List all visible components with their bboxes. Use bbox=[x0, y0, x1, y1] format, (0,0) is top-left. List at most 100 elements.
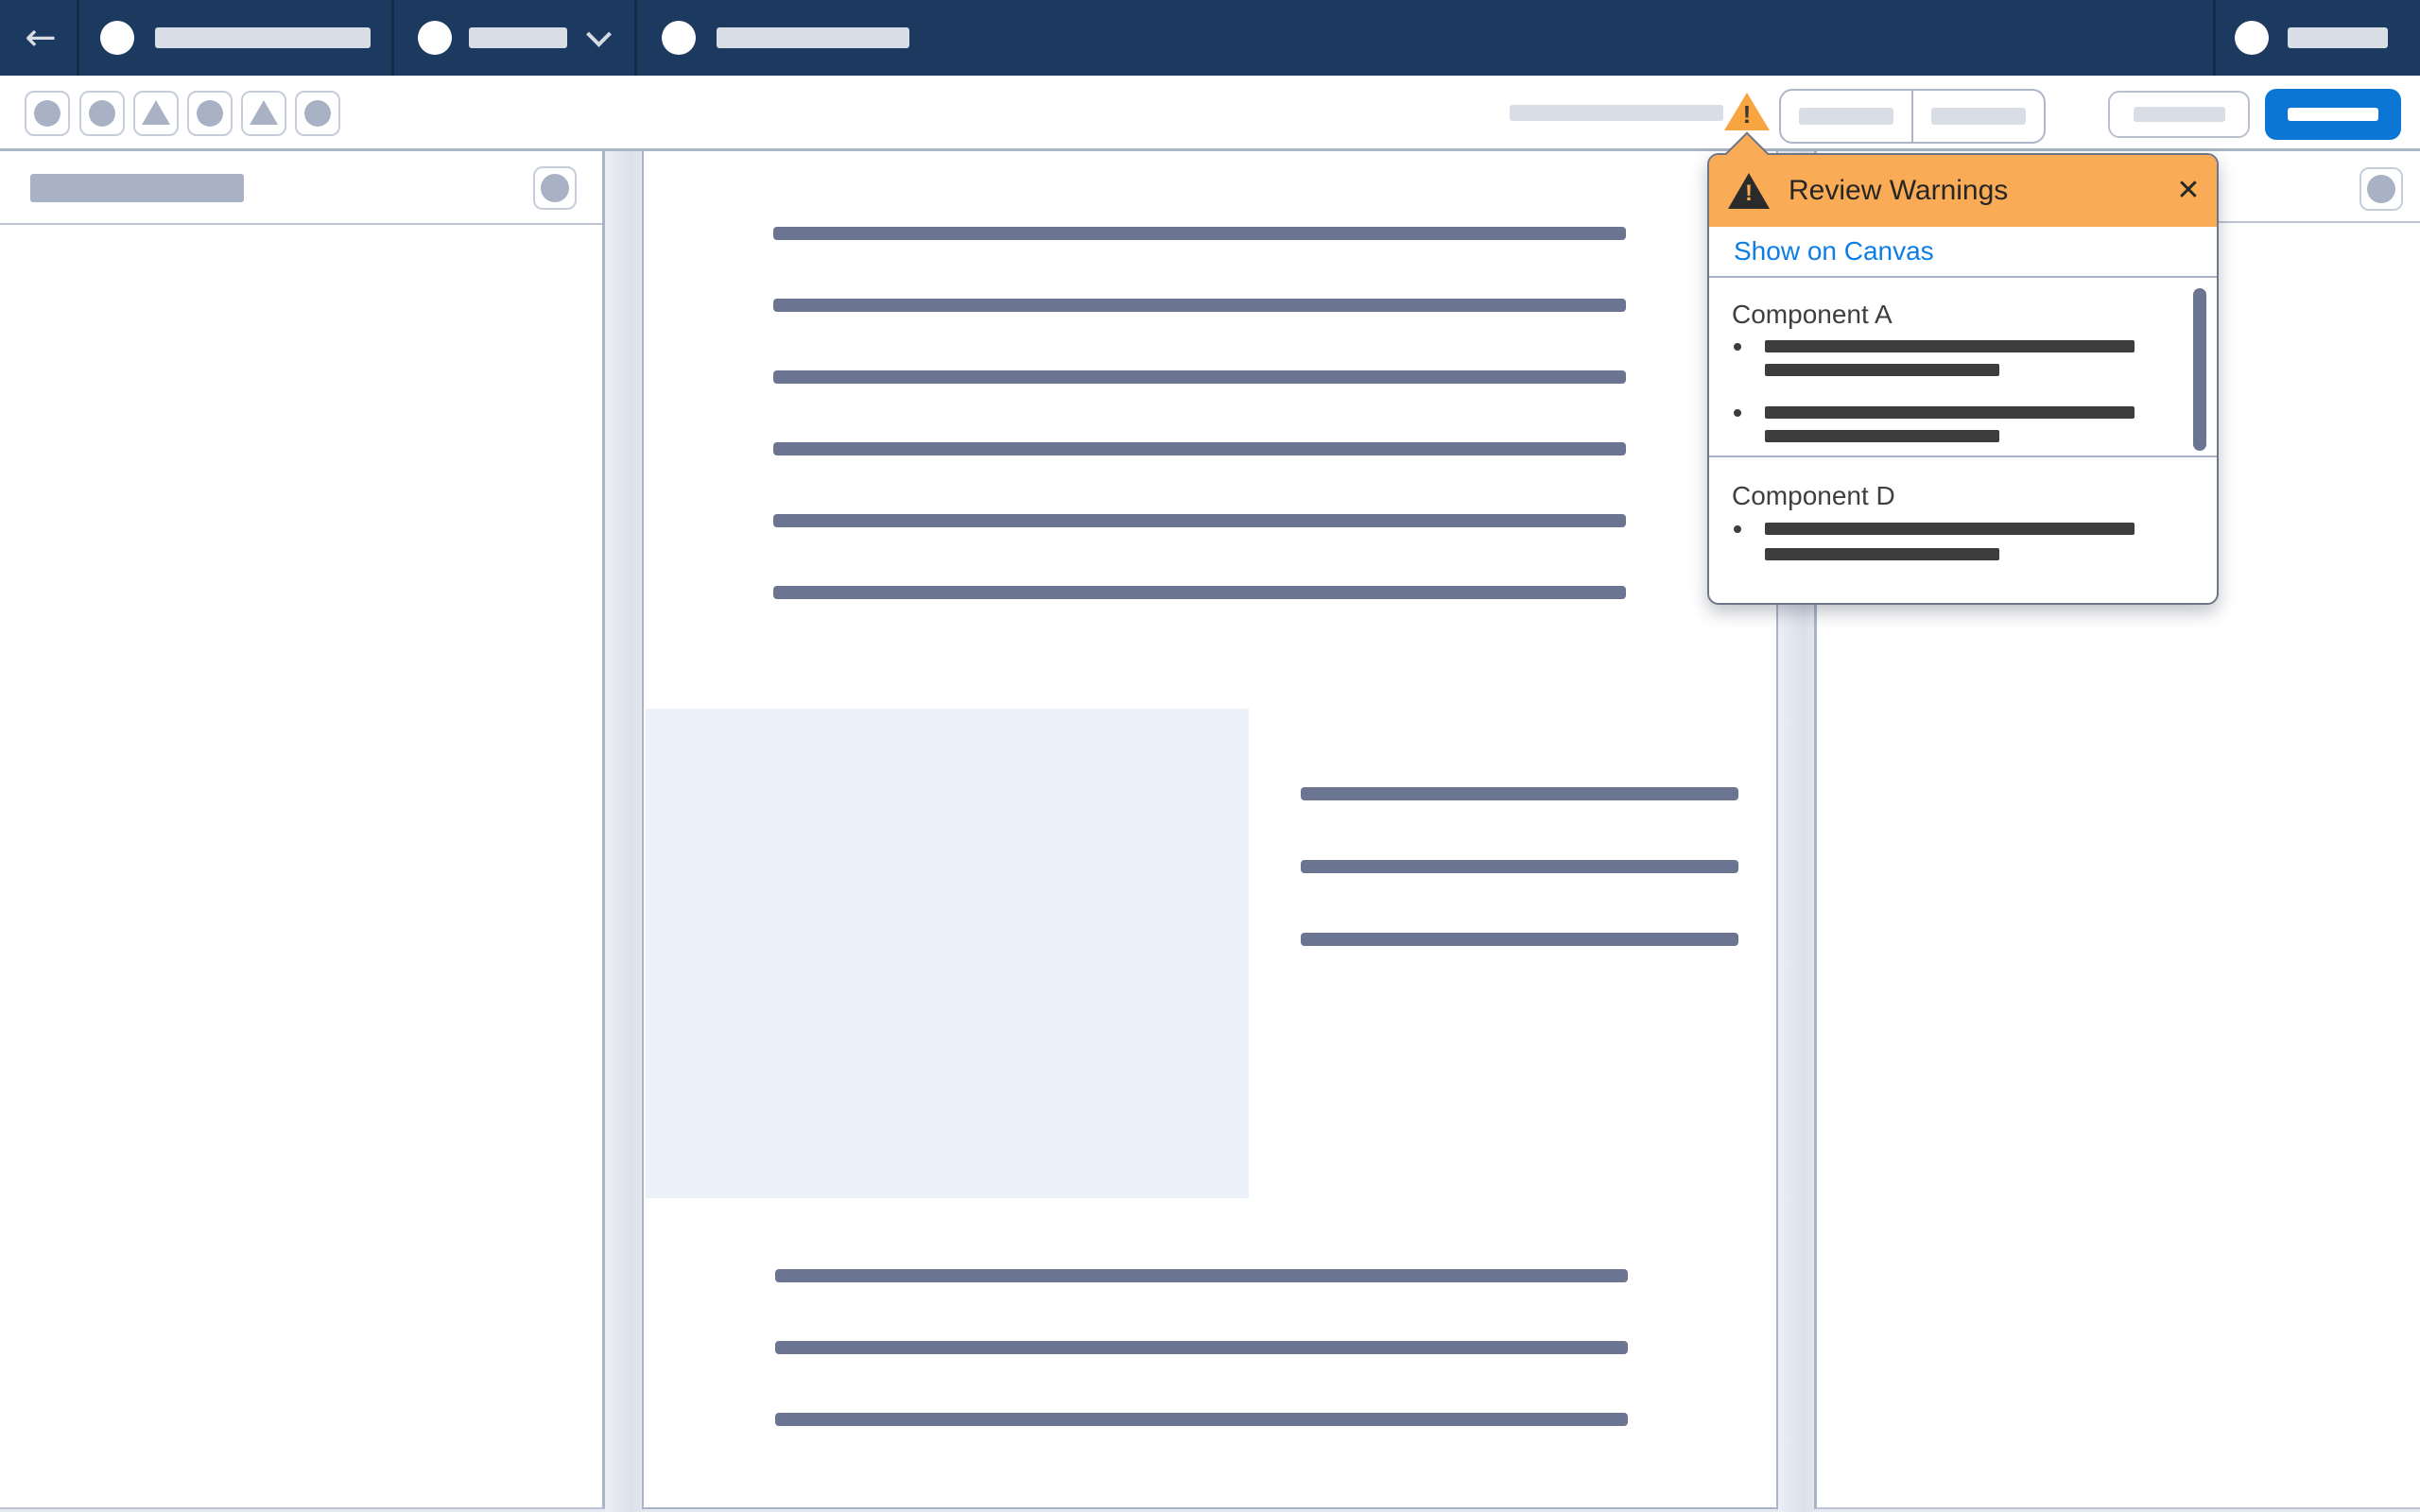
canvas-text-component[interactable] bbox=[775, 1269, 1628, 1485]
warning-section-title: Component D bbox=[1732, 481, 1895, 510]
exclamation-mark: ! bbox=[1745, 180, 1753, 206]
avatar-circle-icon bbox=[662, 21, 696, 55]
back-arrow-icon: ← bbox=[25, 16, 57, 60]
nav-label-placeholder bbox=[469, 27, 567, 48]
nav-menu-secondary[interactable] bbox=[662, 0, 909, 76]
toolbar-icon-button-6[interactable] bbox=[295, 91, 340, 136]
nav-label-placeholder bbox=[2288, 27, 2388, 48]
canvas-text-component[interactable] bbox=[1301, 787, 1738, 1005]
greeked-text-line bbox=[1765, 406, 2135, 419]
builder-canvas[interactable] bbox=[642, 151, 1778, 1509]
nav-divider bbox=[634, 0, 637, 76]
greeked-text-line bbox=[1301, 860, 1738, 873]
toolbar-icon-button-2[interactable] bbox=[79, 91, 125, 136]
canvas-image-placeholder[interactable] bbox=[646, 709, 1249, 1198]
toolbar-icon-button-4[interactable] bbox=[187, 91, 233, 136]
greeked-text-line bbox=[773, 514, 1626, 527]
button-label-placeholder bbox=[2133, 107, 2225, 122]
scrollbar-thumb[interactable] bbox=[2193, 288, 2206, 451]
global-nav-bar: ← bbox=[0, 0, 2420, 76]
left-sidebar-panel bbox=[0, 151, 605, 1509]
button-label-placeholder bbox=[2288, 108, 2378, 121]
warning-section-component-d: Component D bbox=[1709, 457, 2217, 598]
greeked-text-line bbox=[775, 1269, 1628, 1282]
greeked-text-line bbox=[1301, 933, 1738, 946]
panel-gap bbox=[605, 151, 642, 1512]
close-button[interactable]: ✕ bbox=[2171, 174, 2205, 208]
canvas-text-component[interactable] bbox=[773, 227, 1626, 658]
nav-user-menu[interactable] bbox=[2235, 0, 2388, 76]
bullet-icon bbox=[1734, 409, 1741, 417]
circle-icon bbox=[34, 100, 60, 127]
toolbar-icon-button-1[interactable] bbox=[25, 91, 70, 136]
greeked-text-line bbox=[1301, 787, 1738, 800]
chevron-down-icon bbox=[586, 21, 612, 47]
greeked-text-line bbox=[773, 370, 1626, 384]
popover-title: Review Warnings bbox=[1789, 175, 2009, 206]
bullet-icon bbox=[1734, 343, 1741, 351]
toolbar: ! bbox=[0, 76, 2420, 151]
review-warnings-popover: ! Review Warnings ✕ Show on Canvas Compo… bbox=[1707, 131, 2219, 605]
warning-section-title: Component A bbox=[1732, 300, 1893, 329]
exclamation-mark: ! bbox=[1742, 100, 1752, 129]
greeked-warning-text bbox=[1765, 406, 2135, 442]
back-button[interactable]: ← bbox=[19, 17, 62, 59]
panel-collapse-button[interactable] bbox=[2360, 167, 2403, 211]
secondary-action-button[interactable] bbox=[2108, 91, 2250, 138]
circle-icon bbox=[197, 100, 223, 127]
nav-divider bbox=[77, 0, 79, 76]
circle-icon bbox=[304, 100, 331, 127]
greeked-text-line bbox=[1765, 340, 2135, 352]
sidebar-title-placeholder bbox=[30, 174, 244, 202]
toolbar-icon-button-5[interactable] bbox=[241, 91, 286, 136]
greeked-text-line bbox=[1765, 364, 1999, 376]
segmented-button-right[interactable] bbox=[1913, 91, 2044, 142]
status-text-placeholder bbox=[1510, 105, 1723, 121]
circle-icon bbox=[541, 174, 569, 202]
avatar-circle-icon bbox=[418, 21, 452, 55]
warning-bullet-item bbox=[1732, 406, 2217, 442]
nav-label-placeholder bbox=[717, 27, 909, 48]
close-icon: ✕ bbox=[2176, 175, 2201, 206]
show-on-canvas-link[interactable]: Show on Canvas bbox=[1734, 236, 1934, 266]
popover-link-row: Show on Canvas bbox=[1709, 227, 2217, 278]
nav-divider bbox=[391, 0, 394, 76]
sidebar-collapse-button[interactable] bbox=[533, 166, 577, 210]
circle-icon bbox=[89, 100, 115, 127]
segmented-button-left[interactable] bbox=[1781, 91, 1913, 142]
greeked-warning-text bbox=[1765, 523, 2135, 560]
nav-label-placeholder bbox=[155, 27, 371, 48]
warning-triangle-icon: ! bbox=[1724, 93, 1770, 130]
triangle-icon bbox=[142, 99, 170, 125]
warning-triangle-icon: ! bbox=[1728, 173, 1770, 209]
warning-bullet-item bbox=[1732, 340, 2217, 376]
button-label-placeholder bbox=[1799, 108, 1893, 125]
greeked-text-line bbox=[773, 299, 1626, 312]
greeked-warning-text bbox=[1765, 340, 2135, 376]
greeked-text-line bbox=[1765, 523, 2135, 535]
greeked-text-line bbox=[1765, 430, 1999, 442]
greeked-text-line bbox=[773, 442, 1626, 455]
avatar-circle-icon bbox=[2235, 21, 2269, 55]
greeked-text-line bbox=[775, 1341, 1628, 1354]
toolbar-icon-button-3[interactable] bbox=[133, 91, 179, 136]
triangle-icon bbox=[250, 99, 278, 125]
left-sidebar-header bbox=[0, 151, 602, 225]
circle-icon bbox=[2367, 175, 2395, 203]
warning-bullet-item bbox=[1732, 523, 2217, 560]
greeked-text-line bbox=[775, 1413, 1628, 1426]
avatar-circle-icon bbox=[100, 21, 134, 55]
greeked-text-line bbox=[1765, 548, 1999, 560]
button-label-placeholder bbox=[1931, 108, 2026, 125]
nav-menu-dropdown[interactable] bbox=[418, 0, 612, 76]
review-warnings-button[interactable]: ! bbox=[1724, 93, 1770, 130]
segmented-button-group bbox=[1779, 89, 2046, 144]
nav-divider bbox=[2213, 0, 2216, 76]
greeked-text-line bbox=[773, 586, 1626, 599]
popover-header: ! Review Warnings ✕ bbox=[1709, 155, 2217, 227]
greeked-text-line bbox=[773, 227, 1626, 240]
warning-section-component-a: Component A bbox=[1709, 278, 2217, 457]
bullet-icon bbox=[1734, 525, 1741, 533]
nav-menu-primary[interactable] bbox=[100, 0, 371, 76]
primary-action-button[interactable] bbox=[2265, 89, 2401, 140]
